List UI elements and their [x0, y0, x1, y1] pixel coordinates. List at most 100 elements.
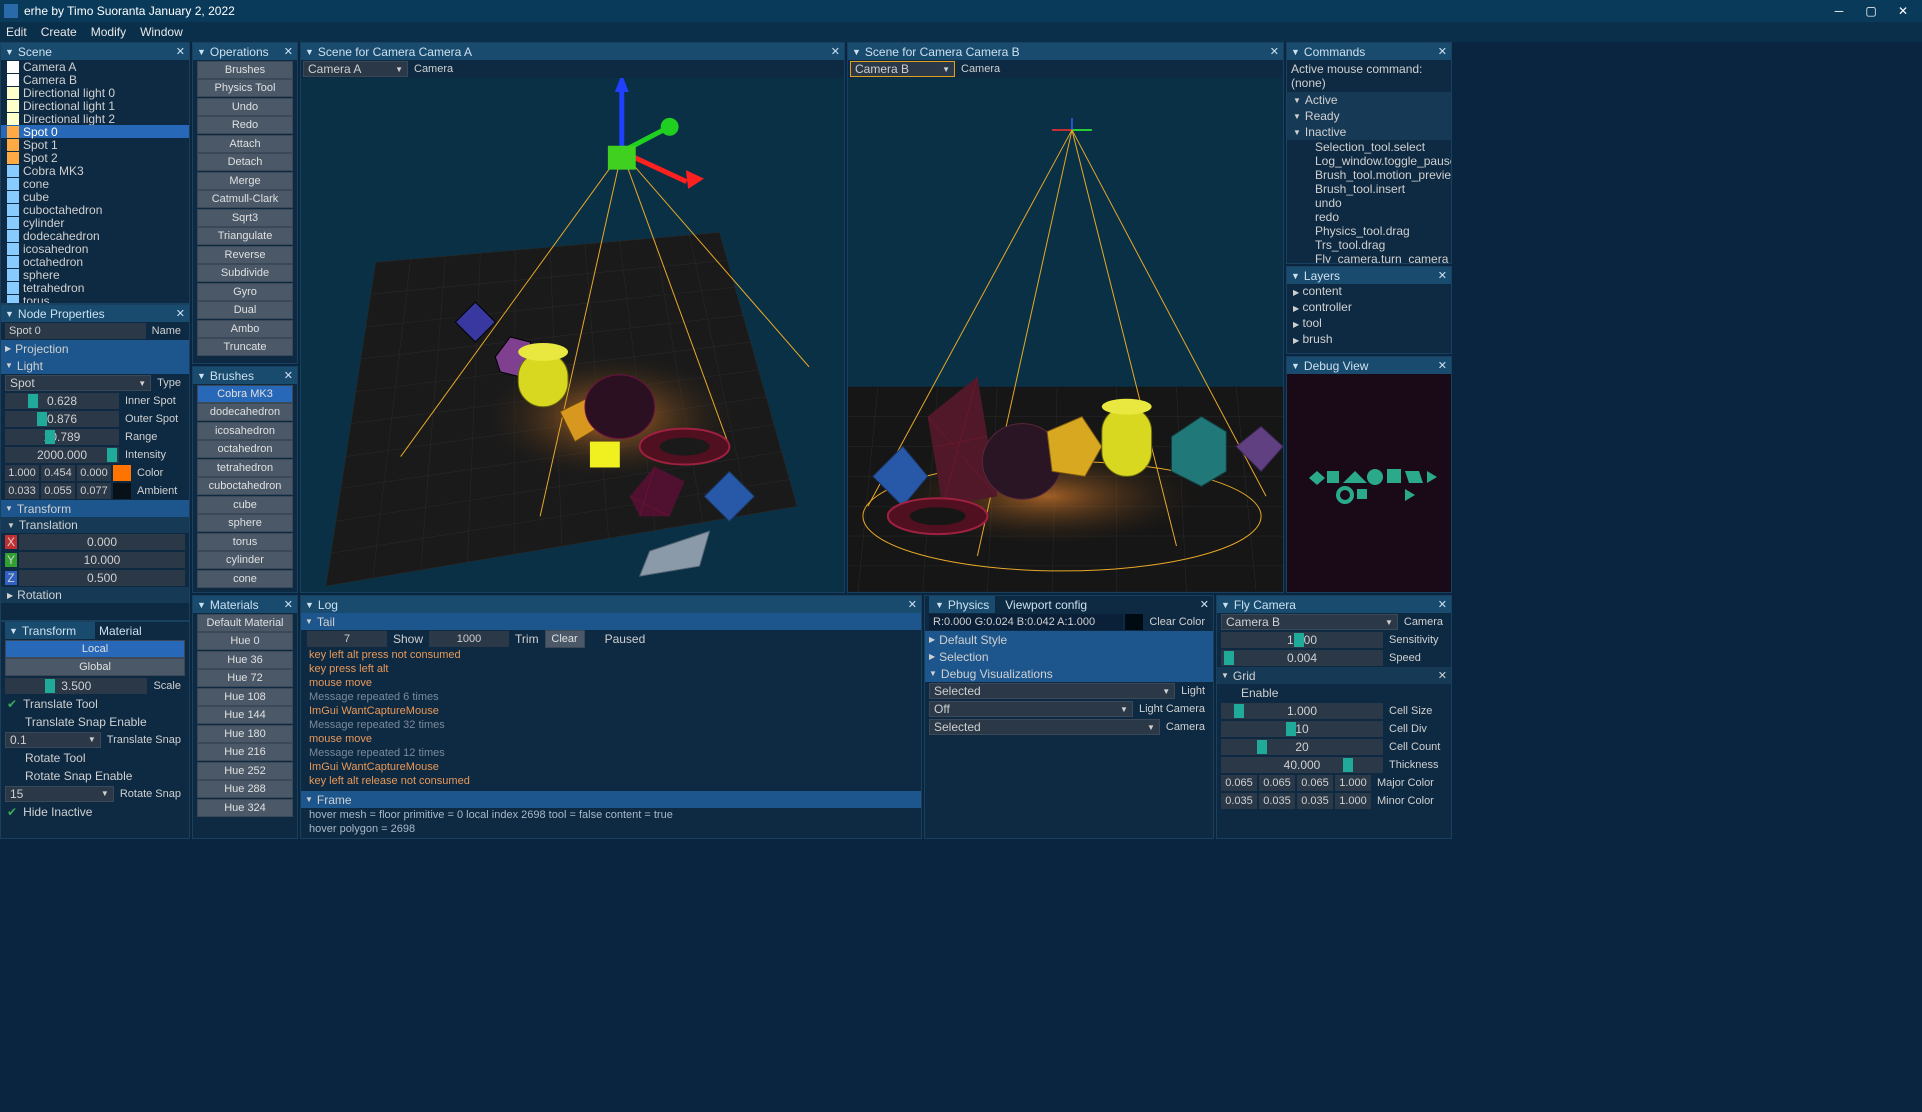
tab-physics[interactable]: Physics	[948, 598, 989, 612]
color-r[interactable]: 1.000	[5, 465, 39, 481]
op-button[interactable]: Sqrt3	[197, 209, 293, 227]
op-button[interactable]: Dual	[197, 301, 293, 319]
default-style-header[interactable]: ▶Default Style	[925, 631, 1213, 648]
ambient-r[interactable]: 0.033	[5, 483, 39, 499]
menu-modify[interactable]: Modify	[91, 25, 126, 39]
material-button[interactable]: Hue 144	[197, 706, 293, 724]
rotate-snap-combo[interactable]: 15▼	[5, 786, 114, 802]
op-button[interactable]: Reverse	[197, 246, 293, 264]
scene-item[interactable]: icosahedron	[1, 242, 189, 255]
ambient-g[interactable]: 0.055	[41, 483, 75, 499]
major-a[interactable]: 1.000	[1335, 775, 1371, 791]
collapse-icon[interactable]: ▼	[305, 47, 314, 57]
scene-item[interactable]: cylinder	[1, 216, 189, 229]
menu-edit[interactable]: Edit	[6, 25, 27, 39]
light-type-combo[interactable]: Spot▼	[5, 375, 151, 391]
scene-item[interactable]: dodecahedron	[1, 229, 189, 242]
scene-item[interactable]: Directional light 0	[1, 86, 189, 99]
major-b[interactable]: 0.065	[1297, 775, 1333, 791]
translation-header[interactable]: ▼Translation	[1, 517, 189, 533]
scene-item[interactable]: tetrahedron	[1, 281, 189, 294]
close-icon[interactable]: ✕	[284, 598, 293, 611]
camera-combo[interactable]: Camera A▼	[303, 61, 408, 77]
tx-slider[interactable]: 0.000	[19, 534, 185, 550]
scene-item[interactable]: Spot 1	[1, 138, 189, 151]
collapse-icon[interactable]: ▼	[1221, 600, 1230, 610]
brush-button[interactable]: icosahedron	[197, 422, 293, 440]
layer-item[interactable]: ▶ controller	[1293, 300, 1451, 316]
major-r[interactable]: 0.065	[1221, 775, 1257, 791]
close-icon[interactable]: ✕	[908, 598, 917, 611]
grid-header[interactable]: ▼Grid✕	[1217, 667, 1451, 684]
brush-button[interactable]: cylinder	[197, 551, 293, 569]
scene-item[interactable]: Cobra MK3	[1, 164, 189, 177]
op-button[interactable]: Truncate	[197, 338, 293, 356]
transform-header[interactable]: ▼Transform	[1, 500, 189, 517]
brush-button[interactable]: Cobra MK3	[197, 385, 293, 403]
translate-tool-check[interactable]: ✔Translate Tool	[1, 695, 189, 713]
close-icon[interactable]: ✕	[1438, 45, 1447, 58]
close-icon[interactable]: ✕	[176, 307, 185, 320]
collapse-icon[interactable]: ▼	[197, 47, 206, 57]
close-icon[interactable]: ✕	[284, 369, 293, 382]
material-button[interactable]: Hue 0	[197, 632, 293, 650]
log-frame-header[interactable]: ▼Frame	[301, 791, 921, 808]
ty-slider[interactable]: 10.000	[19, 552, 185, 568]
group-ready[interactable]: ▼Ready	[1287, 108, 1451, 124]
material-button[interactable]: Hue 180	[197, 725, 293, 743]
local-button[interactable]: Local	[5, 640, 185, 658]
name-input[interactable]: Spot 0	[5, 323, 146, 339]
intensity-slider[interactable]: 2000.000	[5, 447, 119, 463]
group-inactive[interactable]: ▼Inactive	[1287, 124, 1451, 140]
collapse-icon[interactable]: ▼	[5, 47, 14, 57]
color-g[interactable]: 0.454	[41, 465, 75, 481]
collapse-icon[interactable]: ▼	[305, 600, 314, 610]
tail-count[interactable]: 7	[307, 631, 387, 647]
translate-snap-check[interactable]: Translate Snap Enable	[1, 713, 189, 731]
close-icon[interactable]: ✕	[176, 45, 185, 58]
cell-div-slider[interactable]: 10	[1221, 721, 1383, 737]
close-icon[interactable]: ✕	[831, 45, 840, 58]
material-button[interactable]: Hue 36	[197, 651, 293, 669]
op-button[interactable]: Undo	[197, 98, 293, 116]
range-slider[interactable]: 10.789	[5, 429, 119, 445]
collapse-icon[interactable]: ▼	[1291, 361, 1300, 371]
debug-vis-header[interactable]: ▼Debug Visualizations	[925, 665, 1213, 682]
outer-spot-slider[interactable]: 0.876	[5, 411, 119, 427]
layer-item[interactable]: ▶ tool	[1293, 316, 1451, 332]
vis-combo[interactable]: Selected▼	[929, 719, 1160, 735]
grid-enable-check[interactable]: Enable	[1217, 684, 1451, 702]
tab-transform[interactable]: Transform	[22, 624, 76, 638]
brush-button[interactable]: cuboctahedron	[197, 477, 293, 495]
light-header[interactable]: ▼Light	[1, 357, 189, 374]
op-button[interactable]: Redo	[197, 116, 293, 134]
scene-item[interactable]: cuboctahedron	[1, 203, 189, 216]
speed-slider[interactable]: 0.004	[1221, 650, 1383, 666]
maximize-icon[interactable]: ▢	[1864, 4, 1878, 18]
material-button[interactable]: Hue 108	[197, 688, 293, 706]
inner-spot-slider[interactable]: 0.628	[5, 393, 119, 409]
tab-material[interactable]: Material	[99, 624, 142, 638]
group-active[interactable]: ▼Active	[1287, 92, 1451, 108]
close-icon[interactable]: ✕	[284, 45, 293, 58]
log-tail-header[interactable]: ▼Tail	[301, 613, 921, 630]
scale-slider[interactable]: 3.500	[5, 678, 147, 694]
color-swatch[interactable]	[113, 465, 131, 481]
minor-r[interactable]: 0.035	[1221, 793, 1257, 809]
brush-button[interactable]: cube	[197, 496, 293, 514]
thickness-slider[interactable]: 40.000	[1221, 757, 1383, 773]
collapse-icon[interactable]: ▼	[197, 600, 206, 610]
collapse-icon[interactable]: ▼	[5, 309, 14, 319]
projection-header[interactable]: ▶Projection	[1, 340, 189, 357]
brush-button[interactable]: tetrahedron	[197, 459, 293, 477]
scene-item[interactable]: Spot 2	[1, 151, 189, 164]
hide-inactive-check[interactable]: ✔Hide Inactive	[1, 803, 189, 821]
menu-window[interactable]: Window	[140, 25, 183, 39]
collapse-icon[interactable]: ▼	[852, 47, 861, 57]
collapse-icon[interactable]: ▼	[1291, 271, 1300, 281]
material-button[interactable]: Hue 252	[197, 762, 293, 780]
close-icon[interactable]: ✕	[1200, 598, 1209, 611]
scene-item[interactable]: torus	[1, 294, 189, 303]
menu-create[interactable]: Create	[41, 25, 77, 39]
op-button[interactable]: Attach	[197, 135, 293, 153]
